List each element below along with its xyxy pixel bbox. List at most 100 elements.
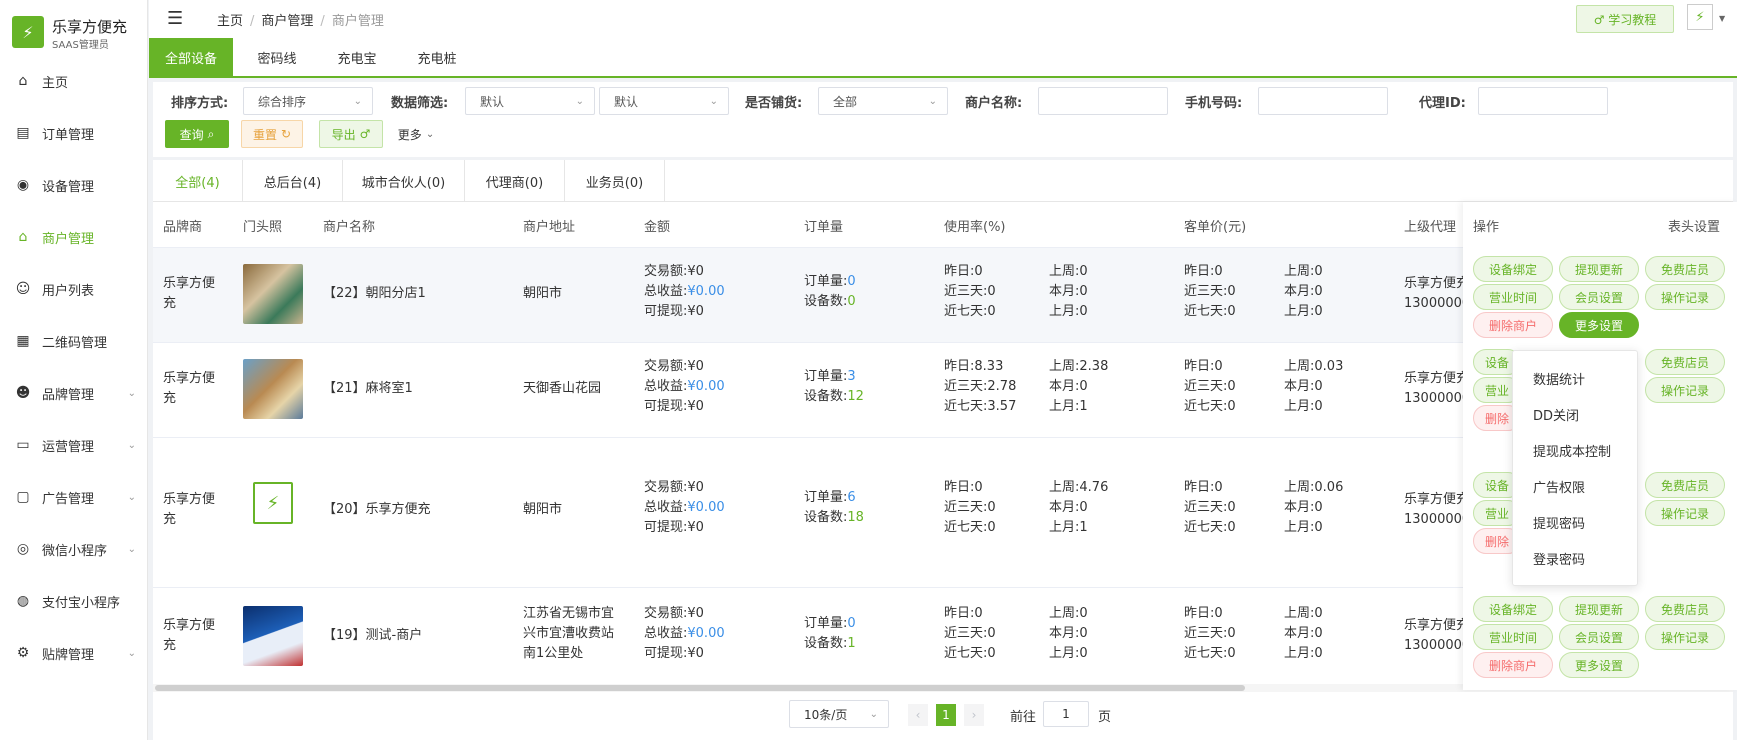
chevron-down-icon: ⌄ — [709, 95, 718, 107]
sidebar-item-label: 品牌管理 — [42, 387, 95, 403]
breadcrumb-home[interactable]: 主页 — [217, 14, 243, 29]
agent-phone: 13000000 — [1404, 391, 1471, 406]
more-settings-button[interactable]: 更多设置 — [1559, 312, 1639, 338]
member-settings-button[interactable]: 会员设置 — [1559, 284, 1639, 310]
free-clerk-button[interactable]: 免费店员 — [1645, 256, 1725, 282]
sidebar-item-operation[interactable]: ▭ 运营管理 ⌄ — [0, 420, 148, 470]
reset-button[interactable]: 重置 ↻ — [241, 120, 303, 148]
withdraw-update-button[interactable]: 提现更新 — [1559, 256, 1639, 282]
parent-agent-cell: 乐享方便充 13000000 — [1404, 490, 1470, 530]
yesterday-label: 昨日: — [1184, 359, 1215, 374]
user-icon: ☺ — [15, 281, 31, 297]
goto-label: 前往 — [1010, 710, 1037, 725]
tab-power-bank[interactable]: 充电宝 — [321, 38, 393, 76]
avg-7days: 0 — [1227, 646, 1236, 661]
avg-last-month: 0 — [1314, 304, 1323, 319]
agent-id-input[interactable] — [1478, 87, 1608, 115]
free-clerk-button[interactable]: 免费店员 — [1645, 349, 1725, 375]
devices-value[interactable]: 1 — [847, 636, 855, 651]
operation-log-button[interactable]: 操作记录 — [1645, 284, 1725, 310]
sidebar-item-alipay[interactable]: ◍ 支付宝小程序 — [0, 576, 148, 626]
query-button[interactable]: 查询 ⌕ — [165, 120, 229, 148]
merchant-name-input[interactable] — [1038, 87, 1168, 115]
data-filter-select-1[interactable]: 默认 ⌄ — [465, 87, 595, 115]
sidebar-item-home[interactable]: ⌂ 主页 — [0, 56, 148, 106]
menu-item-login-password[interactable]: 登录密码 — [1533, 549, 1585, 568]
learn-tutorial-button[interactable]: ♂ 学习教程 — [1576, 5, 1674, 33]
device-bind-button[interactable]: 设备绑定 — [1473, 596, 1553, 622]
storefront-photo[interactable] — [243, 359, 303, 419]
breadcrumb-merchant[interactable]: 商户管理 — [261, 14, 313, 29]
menu-item-withdraw-password[interactable]: 提现密码 — [1533, 513, 1585, 532]
devices-value[interactable]: 0 — [847, 294, 855, 309]
operation-log-button[interactable]: 操作记录 — [1645, 377, 1725, 403]
scrollbar-thumb[interactable] — [155, 685, 1245, 691]
menu-toggle-icon[interactable]: ☰ — [167, 8, 183, 29]
tab-city-partner[interactable]: 城市合伙人(0) — [343, 160, 465, 202]
app-subtitle: SAAS管理员 — [52, 40, 109, 51]
tab-charging-pile[interactable]: 充电桩 — [401, 38, 473, 76]
usage-last-week: 2.38 — [1079, 359, 1109, 374]
avatar[interactable]: ⚡ — [1687, 4, 1713, 30]
sidebar-item-qrcode[interactable]: ▦ 二维码管理 — [0, 316, 148, 366]
sidebar-item-oem[interactable]: ⚙ 贴牌管理 ⌄ — [0, 628, 148, 678]
sidebar-item-label: 支付宝小程序 — [42, 595, 121, 611]
sidebar-item-devices[interactable]: ◉ 设备管理 — [0, 160, 148, 210]
address-line: 江苏省无锡市宜 — [523, 606, 615, 621]
sidebar-item-orders[interactable]: ▤ 订单管理 — [0, 108, 148, 158]
tab-agent[interactable]: 代理商(0) — [465, 160, 565, 202]
sidebar-item-ads[interactable]: ▢ 广告管理 ⌄ — [0, 472, 148, 522]
operation-log-button[interactable]: 操作记录 — [1645, 624, 1725, 650]
devices-value[interactable]: 18 — [847, 510, 864, 525]
prev-page-button[interactable]: ‹ — [908, 704, 928, 726]
devices-value[interactable]: 12 — [847, 389, 864, 404]
menu-item-dd-close[interactable]: DD关闭 — [1533, 405, 1579, 424]
caret-down-icon[interactable]: ▼ — [1719, 14, 1725, 23]
menu-item-ad-permission[interactable]: 广告权限 — [1533, 477, 1585, 496]
column-settings-button[interactable]: 表头设置 — [1668, 216, 1720, 235]
more-filters-button[interactable]: 更多 ⌄ — [389, 120, 443, 148]
brand-cell: 乐享方便充 — [163, 490, 215, 530]
delete-merchant-button[interactable]: 删除商户 — [1473, 652, 1553, 678]
tab-all[interactable]: 全部(4) — [153, 160, 243, 202]
withdraw-update-button[interactable]: 提现更新 — [1559, 596, 1639, 622]
data-filter-select-2[interactable]: 默认 ⌄ — [599, 87, 729, 115]
next-page-button[interactable]: › — [964, 704, 984, 726]
menu-item-data-stats[interactable]: 数据统计 — [1533, 369, 1585, 388]
business-hours-button[interactable]: 营业时间 — [1473, 284, 1553, 310]
free-clerk-button[interactable]: 免费店员 — [1645, 596, 1725, 622]
free-clerk-button[interactable]: 免费店员 — [1645, 472, 1725, 498]
sidebar-item-wechat[interactable]: ◎ 微信小程序 ⌄ — [0, 524, 148, 574]
operation-log-button[interactable]: 操作记录 — [1645, 500, 1725, 526]
member-settings-button[interactable]: 会员设置 — [1559, 624, 1639, 650]
more-settings-button[interactable]: 更多设置 — [1559, 652, 1639, 678]
page-size-select[interactable]: 10条/页 ⌄ — [789, 700, 889, 728]
device-bind-button[interactable]: 设备绑定 — [1473, 256, 1553, 282]
tab-all-devices[interactable]: 全部设备 — [149, 38, 233, 76]
storefront-photo[interactable] — [243, 264, 303, 324]
orders-value[interactable]: 6 — [847, 490, 855, 505]
withdraw-label: 可提现: — [644, 304, 688, 319]
stock-select[interactable]: 全部 ⌄ — [818, 87, 948, 115]
sort-select[interactable]: 综合排序 ⌄ — [243, 87, 373, 115]
brand-icon: ☻ — [15, 385, 31, 401]
business-hours-button[interactable]: 营业时间 — [1473, 624, 1553, 650]
phone-input[interactable] — [1258, 87, 1388, 115]
sidebar-item-users[interactable]: ☺ 用户列表 — [0, 264, 148, 314]
tab-salesperson[interactable]: 业务员(0) — [565, 160, 665, 202]
storefront-photo[interactable] — [243, 606, 303, 666]
page-number-current[interactable]: 1 — [936, 704, 956, 726]
brand-text: 充 — [163, 638, 177, 653]
orders-value[interactable]: 3 — [847, 369, 855, 384]
charging-plug-icon[interactable]: ⚡ — [253, 482, 293, 524]
orders-value[interactable]: 0 — [847, 274, 855, 289]
sidebar-item-brand[interactable]: ☻ 品牌管理 ⌄ — [0, 368, 148, 418]
menu-item-withdraw-cost[interactable]: 提现成本控制 — [1533, 441, 1611, 460]
delete-merchant-button[interactable]: 删除商户 — [1473, 312, 1553, 338]
tab-password-line[interactable]: 密码线 — [241, 38, 313, 76]
orders-value[interactable]: 0 — [847, 616, 855, 631]
sidebar-item-merchants[interactable]: ⌂ 商户管理 — [0, 212, 148, 262]
goto-page-input[interactable]: 1 — [1043, 701, 1089, 727]
tab-headquarters[interactable]: 总后台(4) — [243, 160, 343, 202]
export-button[interactable]: 导出 ♂ — [319, 120, 383, 148]
